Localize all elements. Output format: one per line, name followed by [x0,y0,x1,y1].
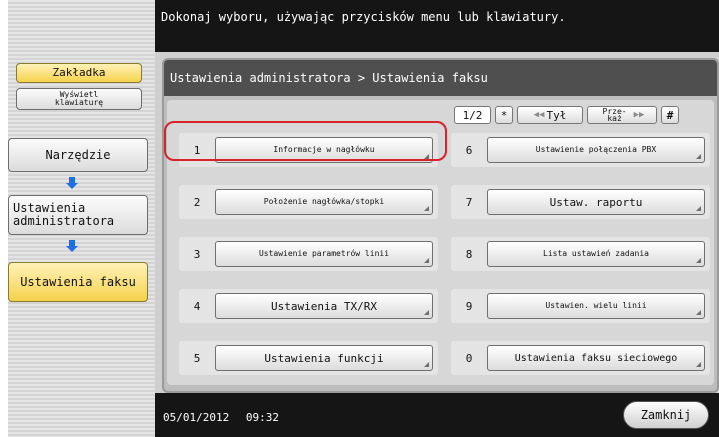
option-row: 6 Ustawienie połączenia PBX [451,133,710,167]
pbx-connection-button[interactable]: Ustawienie połączenia PBX [487,137,705,163]
option-row: 3 Ustawienie parametrów linii [179,237,438,271]
selection-highlight [164,121,447,161]
time-text: 09:32 [245,411,279,424]
option-number: 8 [465,247,473,261]
star-key-button[interactable]: * [495,106,513,124]
option-row: 4 Ustawienia TX/RX [179,289,438,323]
header-footer-position-button[interactable]: Położenie nagłówka/stopki [215,189,433,215]
option-row: 7 Ustaw. raportu [451,185,710,219]
status-bar: 05/01/2012 09:32 Zamknij [155,393,719,437]
datetime: 05/01/2012 09:32 [163,411,279,424]
breadcrumb: Ustawienia administratora > Ustawienia f… [164,60,717,96]
show-keyboard-button[interactable]: Wyświetl klawiaturę [16,88,142,110]
pager: 1/2 * ◀◀ Tył Prze- każ ▶▶ # [454,106,679,124]
sidebar: Zakładka Wyświetl klawiaturę Narzędzie U… [8,0,155,437]
close-button[interactable]: Zamknij [623,401,709,429]
settings-panel: Ustawienia administratora > Ustawienia f… [162,58,719,393]
option-number: 6 [465,143,473,157]
option-number: 3 [193,247,201,261]
date-text: 05/01/2012 [163,411,230,424]
sidebar-item-fax-settings[interactable]: Ustawienia faksu [8,262,148,302]
option-number: 9 [465,299,473,313]
forward-button[interactable]: Prze- każ ▶▶ [587,106,657,124]
double-right-arrow-icon: ▶▶ [633,109,645,120]
option-number: 7 [465,195,473,209]
option-row: 5 Ustawienia funkcji [179,341,438,375]
multi-line-settings-button[interactable]: Ustawien. wielu linii [487,293,705,319]
sidebar-item-admin-settings[interactable]: Ustawienia administratora [8,195,148,235]
instruction-text: Dokonaj wyboru, używając przycisków menu… [161,10,566,24]
device-screen: Zakładka Wyświetl klawiaturę Narzędzie U… [8,0,719,437]
job-settings-list-button[interactable]: Lista ustawień zadania [487,241,705,267]
option-row: 9 Ustawien. wielu linii [451,289,710,323]
tab-button[interactable]: Zakładka [16,63,142,83]
option-number: 0 [465,351,473,365]
function-settings-button[interactable]: Ustawienia funkcji [215,345,433,371]
hash-key-button[interactable]: # [661,106,679,124]
back-button[interactable]: ◀◀ Tył [517,106,583,124]
double-left-arrow-icon: ◀◀ [533,110,545,120]
tx-rx-settings-button[interactable]: Ustawienia TX/RX [215,293,433,319]
option-number: 2 [193,195,201,209]
forward-label: Prze- każ [602,106,627,123]
option-row: 8 Lista ustawień zadania [451,237,710,271]
report-settings-button[interactable]: Ustaw. raportu [487,189,705,215]
back-label: Tył [546,108,567,122]
option-number: 4 [193,299,201,313]
sidebar-item-tool[interactable]: Narzędzie [8,138,148,172]
line-parameters-button[interactable]: Ustawienie parametrów linii [215,241,433,267]
option-row: 2 Położenie nagłówka/stopki [179,185,438,219]
page-indicator: 1/2 [454,106,491,124]
network-fax-settings-button[interactable]: Ustawienia faksu sieciowego [487,345,705,371]
message-bar: Dokonaj wyboru, używając przycisków menu… [155,0,719,52]
option-number: 5 [193,351,201,365]
option-row: 0 Ustawienia faksu sieciowego [451,341,710,375]
breadcrumb-text: Ustawienia administratora > Ustawienia f… [170,71,488,85]
